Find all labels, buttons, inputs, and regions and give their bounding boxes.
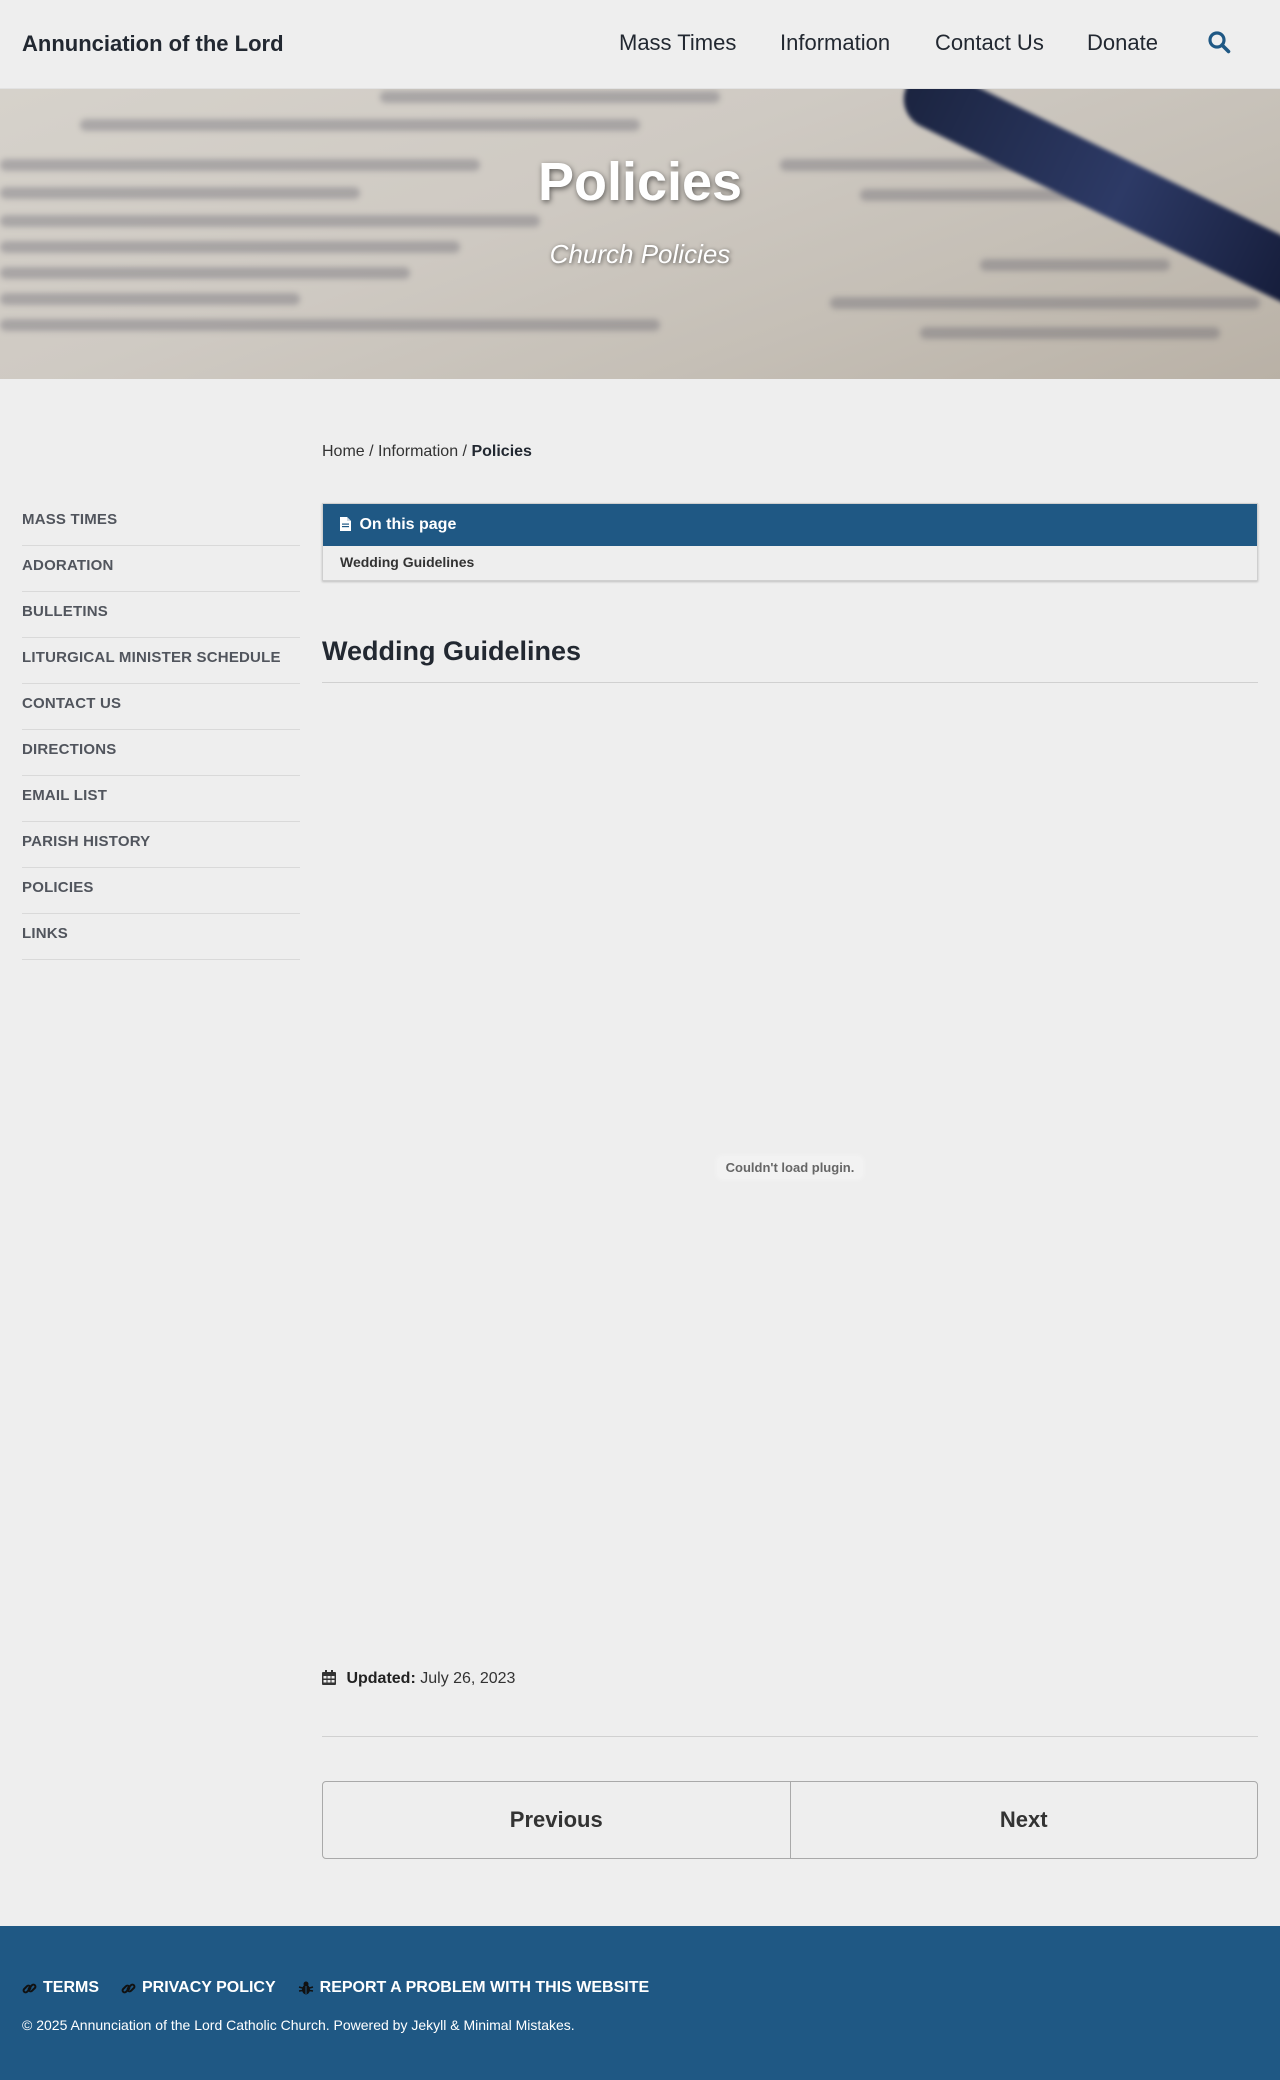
- page-footer: TERMS PRIVACY POLICY REPORT A PROBLEM WI…: [0, 1926, 1280, 2080]
- nav-donate[interactable]: Donate: [1087, 30, 1158, 56]
- sidebar-item-directions[interactable]: DIRECTIONS: [22, 730, 300, 776]
- breadcrumb-separator: /: [462, 443, 467, 460]
- calendar-icon: [322, 1670, 336, 1685]
- updated-date: Updated: July 26, 2023: [322, 1670, 515, 1688]
- bug-icon: [298, 1981, 313, 1995]
- sidebar-nav: MASS TIMES ADORATION BULLETINS LITURGICA…: [22, 500, 300, 960]
- breadcrumb-current: Policies: [471, 443, 532, 460]
- section-heading: Wedding Guidelines: [322, 636, 582, 666]
- breadcrumb: Home / Information / Policies: [322, 443, 532, 461]
- previous-button[interactable]: Previous: [323, 1782, 790, 1858]
- file-icon: [340, 517, 351, 531]
- embedded-document[interactable]: Couldn't load plugin.: [322, 694, 1258, 1638]
- breadcrumb-separator: /: [369, 443, 374, 460]
- pagination: Previous Next: [322, 1781, 1258, 1859]
- toc-link-wedding-guidelines[interactable]: Wedding Guidelines: [323, 546, 1257, 570]
- divider: [322, 1736, 1258, 1737]
- footer-link-label: PRIVACY POLICY: [142, 1979, 276, 1996]
- breadcrumb-information[interactable]: Information: [378, 443, 458, 460]
- plugin-error-message: Couldn't load plugin.: [717, 1157, 863, 1178]
- footer-link-report-problem[interactable]: REPORT A PROBLEM WITH THIS WEBSITE: [298, 1979, 649, 1997]
- copyright-text: © 2025 Annunciation of the Lord Catholic…: [22, 2017, 575, 2033]
- nav-mass-times[interactable]: Mass Times: [619, 30, 736, 56]
- sidebar-item-links[interactable]: LINKS: [22, 914, 300, 960]
- sidebar-item-mass-times[interactable]: MASS TIMES: [22, 500, 300, 546]
- link-icon: [22, 1983, 37, 1993]
- toc-header: On this page: [323, 504, 1257, 546]
- search-icon[interactable]: [1207, 30, 1233, 56]
- sidebar-item-parish-history[interactable]: PARISH HISTORY: [22, 822, 300, 868]
- sidebar-item-policies[interactable]: POLICIES: [22, 868, 300, 914]
- updated-value: July 26, 2023: [420, 1670, 516, 1687]
- footer-link-privacy-policy[interactable]: PRIVACY POLICY: [121, 1979, 276, 1997]
- breadcrumb-home[interactable]: Home: [322, 443, 365, 460]
- page-hero: Policies Church Policies: [0, 89, 1280, 379]
- nav-contact-us[interactable]: Contact Us: [935, 30, 1044, 56]
- page-title: Policies: [537, 152, 743, 212]
- toc-box: On this page Wedding Guidelines: [322, 503, 1258, 581]
- sidebar-item-liturgical-minister-schedule[interactable]: LITURGICAL MINISTER SCHEDULE: [22, 638, 300, 684]
- site-title-link[interactable]: Annunciation of the Lord: [22, 31, 284, 57]
- sidebar-item-contact-us[interactable]: CONTACT US: [22, 684, 300, 730]
- page-subtitle: Church Policies: [549, 239, 731, 269]
- link-icon: [121, 1983, 136, 1993]
- sidebar-item-bulletins[interactable]: BULLETINS: [22, 592, 300, 638]
- footer-link-terms[interactable]: TERMS: [22, 1979, 99, 1997]
- nav-information[interactable]: Information: [780, 30, 890, 56]
- masthead: Annunciation of the Lord Mass Times Info…: [0, 0, 1280, 89]
- divider: [322, 682, 1258, 683]
- sidebar-item-email-list[interactable]: EMAIL LIST: [22, 776, 300, 822]
- sidebar-item-adoration[interactable]: ADORATION: [22, 546, 300, 592]
- next-button[interactable]: Next: [789, 1782, 1258, 1858]
- footer-link-label: TERMS: [43, 1979, 99, 1996]
- toc-title: On this page: [359, 516, 457, 533]
- footer-link-label: REPORT A PROBLEM WITH THIS WEBSITE: [319, 1979, 650, 1996]
- updated-label: Updated:: [346, 1670, 416, 1687]
